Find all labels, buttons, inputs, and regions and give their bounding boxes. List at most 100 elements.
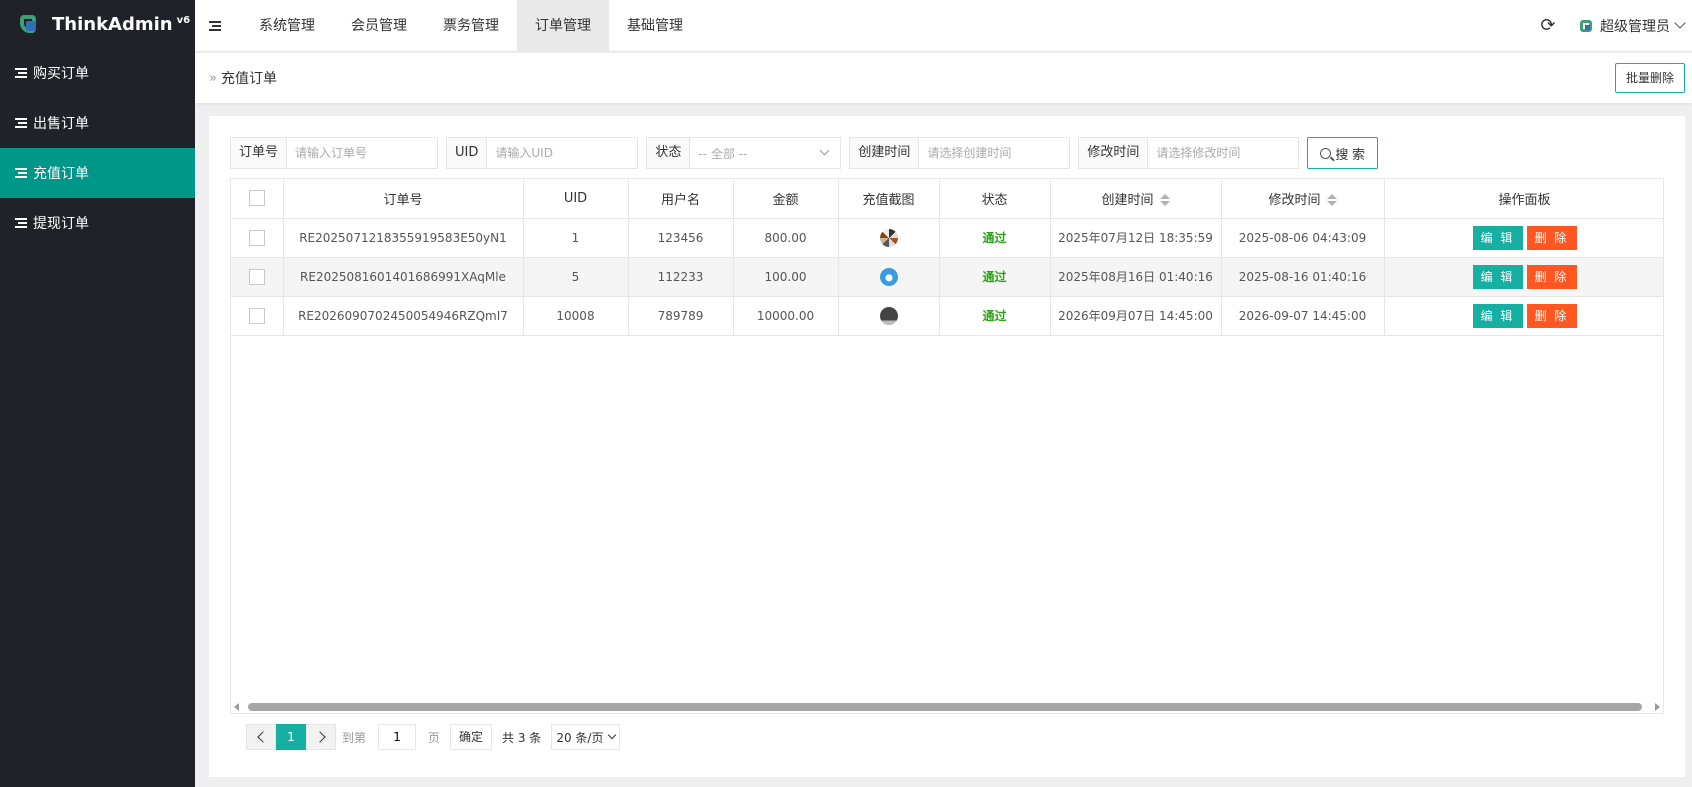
- modified-label: 修改时间: [1079, 138, 1149, 168]
- next-page-button[interactable]: [306, 724, 336, 750]
- created-cell: 2025年07月12日 18:35:59: [1050, 218, 1222, 258]
- chevron-down-icon: [1674, 16, 1686, 29]
- edit-button[interactable]: 编 辑: [1472, 303, 1523, 328]
- sidebar-item-recharge-orders[interactable]: 充值订单: [0, 148, 195, 198]
- row-checkbox[interactable]: [248, 229, 265, 246]
- tab-basic[interactable]: 基础管理: [609, 0, 701, 52]
- search-button-label: 搜 索: [1335, 146, 1366, 162]
- col-amount: 金额: [733, 179, 839, 219]
- col-created[interactable]: 创建时间: [1050, 179, 1222, 219]
- col-order-no: 订单号: [283, 179, 524, 219]
- uid-input[interactable]: [487, 138, 638, 168]
- modified-filter: 修改时间: [1078, 137, 1300, 169]
- sidebar-item-label: 购买订单: [33, 66, 89, 82]
- screenshot-thumbnail[interactable]: [879, 228, 898, 247]
- breadcrumb: » 充值订单 批量删除: [195, 53, 1692, 103]
- chevron-down-icon: [819, 145, 830, 155]
- sidebar-item-label: 充值订单: [33, 166, 89, 182]
- page-size-select[interactable]: 20 条/页: [551, 724, 621, 750]
- delete-button[interactable]: 删 除: [1526, 264, 1577, 289]
- goto-prefix: 到第: [342, 730, 367, 745]
- order-no-label: 订单号: [231, 138, 288, 168]
- col-modified-label: 修改时间: [1268, 192, 1321, 208]
- batch-delete-button[interactable]: 批量删除: [1614, 63, 1685, 93]
- refresh-icon[interactable]: ⟳: [1526, 0, 1570, 52]
- page-size-value: 20 条/页: [556, 730, 604, 745]
- sidebar-toggle-button[interactable]: [195, 0, 241, 52]
- sidebar-item-sell-orders[interactable]: 出售订单: [0, 98, 195, 148]
- uid-cell: 10008: [523, 296, 629, 336]
- logo-icon: [20, 13, 40, 35]
- status-cell: 通过: [939, 218, 1051, 258]
- screenshot-cell: [838, 218, 940, 258]
- tab-system[interactable]: 系统管理: [241, 0, 333, 52]
- brand-name: ThinkAdmin: [52, 13, 173, 35]
- col-status: 状态: [939, 179, 1051, 219]
- select-all-cell: [231, 179, 284, 219]
- modified-date-input[interactable]: [1148, 138, 1299, 168]
- order-no-cell: RE2025081601401686991XAqMle: [283, 257, 524, 297]
- screenshot-thumbnail[interactable]: [879, 306, 898, 325]
- menu-toggle-icon: [209, 20, 221, 31]
- user-logo-icon: [1580, 19, 1592, 32]
- scrollbar-thumb[interactable]: [248, 703, 1642, 711]
- uid-filter: UID: [446, 137, 639, 169]
- table-row: RE2025081601401686991XAqMle 5 112233 100…: [231, 257, 1663, 297]
- edit-button[interactable]: 编 辑: [1472, 225, 1523, 250]
- edit-button[interactable]: 编 辑: [1472, 264, 1523, 289]
- status-badge: 通过: [982, 309, 1007, 323]
- page-number-button[interactable]: 1: [276, 724, 306, 750]
- page-title: 充值订单: [220, 71, 277, 87]
- sidebar-item-withdraw-orders[interactable]: 提现订单: [0, 198, 195, 248]
- actions-cell: 编 辑删 除: [1383, 218, 1663, 258]
- created-filter: 创建时间: [849, 137, 1071, 169]
- col-modified[interactable]: 修改时间: [1221, 179, 1385, 219]
- status-cell: 通过: [939, 257, 1051, 297]
- status-cell: 通过: [939, 296, 1051, 336]
- uid-cell: 1: [523, 218, 629, 258]
- user-name: 超级管理员: [1600, 18, 1670, 35]
- brand-logo[interactable]: ThinkAdmin v6: [0, 0, 195, 48]
- order-no-cell: RE2025071218355919583E50yN1: [283, 218, 524, 258]
- sidebar-item-purchase-orders[interactable]: 购买订单: [0, 48, 195, 98]
- screenshot-cell: [838, 257, 940, 297]
- delete-button[interactable]: 删 除: [1526, 225, 1577, 250]
- user-menu[interactable]: 超级管理员: [1570, 16, 1692, 36]
- top-header: 系统管理 会员管理 票务管理 订单管理 基础管理 ⟳ 超级管理员: [195, 0, 1692, 52]
- status-select-value: -- 全部 --: [698, 146, 748, 161]
- header-right: ⟳ 超级管理员: [1526, 0, 1692, 52]
- scroll-right-icon[interactable]: [1655, 703, 1660, 711]
- tab-orders[interactable]: 订单管理: [517, 0, 609, 52]
- delete-button[interactable]: 删 除: [1526, 303, 1577, 328]
- menu-list-icon: [15, 218, 27, 228]
- status-label: 状态: [647, 138, 691, 168]
- order-no-input[interactable]: [287, 138, 438, 168]
- username-cell: 112233: [628, 257, 734, 297]
- actions-cell: 编 辑删 除: [1383, 296, 1663, 336]
- sort-icon[interactable]: [1159, 194, 1170, 207]
- created-date-input[interactable]: [919, 138, 1070, 168]
- tab-tickets[interactable]: 票务管理: [425, 0, 517, 52]
- goto-confirm-button[interactable]: 确定: [450, 724, 493, 750]
- uid-label: UID: [447, 138, 488, 168]
- horizontal-scrollbar[interactable]: [230, 699, 1664, 713]
- row-select-cell: [231, 218, 284, 258]
- tab-members[interactable]: 会员管理: [333, 0, 425, 52]
- select-all-checkbox[interactable]: [248, 190, 265, 207]
- modified-cell: 2025-08-16 01:40:16: [1221, 257, 1385, 297]
- col-created-label: 创建时间: [1101, 192, 1154, 208]
- prev-page-button[interactable]: [246, 724, 276, 750]
- row-checkbox[interactable]: [248, 268, 265, 285]
- sidebar-item-label: 提现订单: [33, 216, 89, 232]
- row-select-cell: [231, 257, 284, 297]
- search-icon: [1320, 147, 1332, 159]
- menu-list-icon: [15, 68, 27, 78]
- sort-icon[interactable]: [1326, 194, 1337, 207]
- row-checkbox[interactable]: [248, 307, 265, 324]
- modified-cell: 2026-09-07 14:45:00: [1221, 296, 1385, 336]
- search-button[interactable]: 搜 索: [1307, 137, 1379, 169]
- status-select[interactable]: -- 全部 --: [690, 138, 840, 168]
- goto-page-input[interactable]: [378, 724, 417, 750]
- screenshot-thumbnail[interactable]: [879, 267, 898, 286]
- scroll-left-icon[interactable]: [234, 703, 239, 711]
